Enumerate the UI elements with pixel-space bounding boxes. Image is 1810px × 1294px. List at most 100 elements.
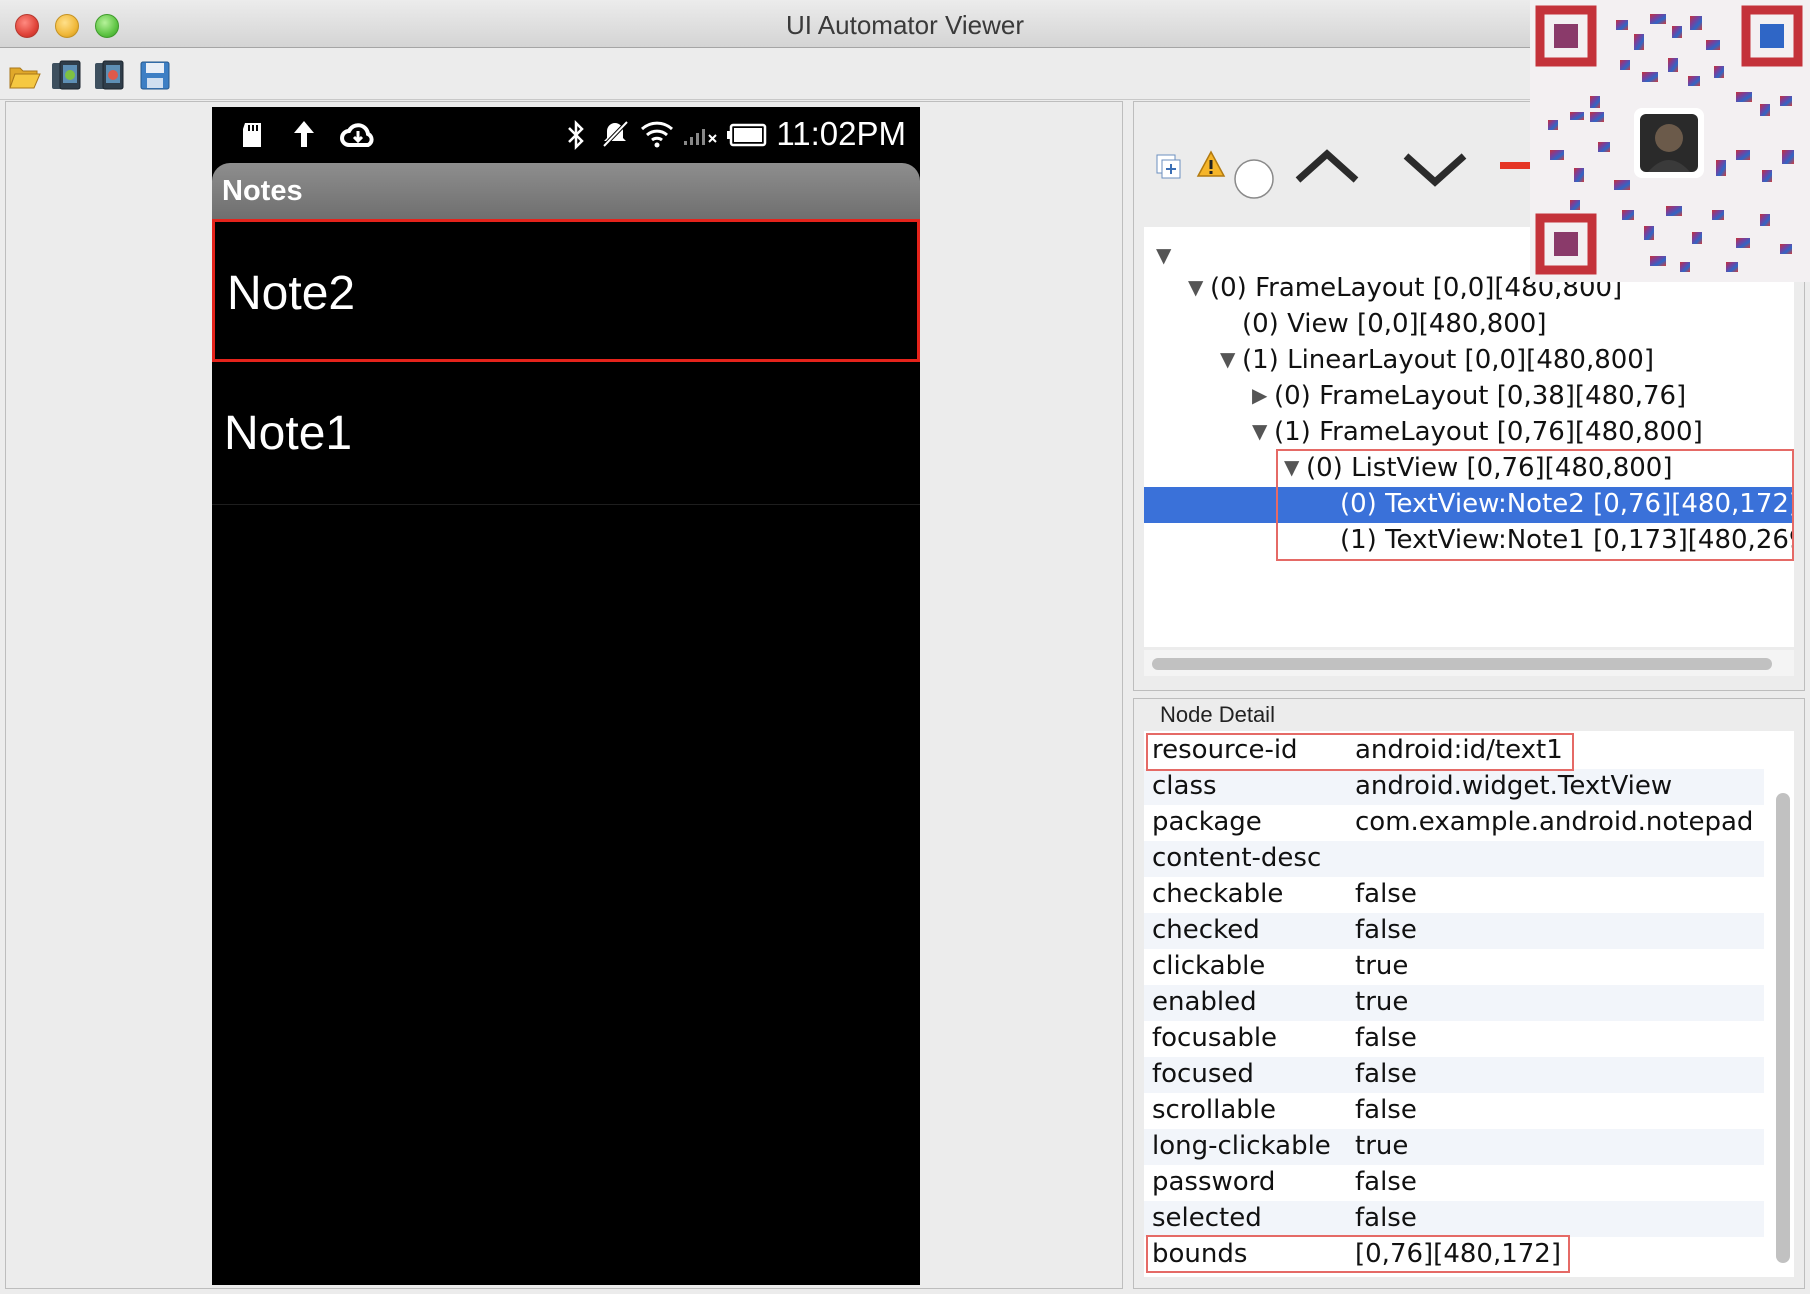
detail-row[interactable]: bounds [0,76][480,172] [1144, 1237, 1764, 1273]
tree-node[interactable]: ▶ (0) FrameLayout [0,38][480,76] [1144, 379, 1794, 415]
detail-row[interactable]: checkable false [1144, 877, 1764, 913]
status-bar: 11:02PM [212, 107, 920, 163]
upload-icon [294, 121, 314, 147]
node-detail-panel: Node Detail resource-id android:id/text1… [1133, 698, 1805, 1289]
detail-row[interactable]: clickable true [1144, 949, 1764, 985]
note-label: Note1 [224, 407, 353, 460]
detail-value[interactable]: com.example.android.notepad [1355, 807, 1753, 837]
status-time: 11:02PM [776, 115, 906, 152]
node-detail-table[interactable]: resource-id android:id/text1 class andro… [1144, 731, 1794, 1277]
detail-value[interactable]: false [1355, 1095, 1417, 1125]
detail-row[interactable]: resource-id android:id/text1 [1144, 733, 1764, 769]
detail-row[interactable]: scrollable false [1144, 1093, 1764, 1129]
scrollbar-thumb[interactable] [1152, 658, 1772, 670]
expand-arrow-icon[interactable]: ▼ [1220, 347, 1235, 371]
tree-node-label: (0) TextView:Note2 [0,76][480,172] [1340, 489, 1794, 519]
next-arrow-icon[interactable] [1402, 150, 1468, 190]
detail-row[interactable]: focusable false [1144, 1021, 1764, 1057]
detail-value[interactable]: true [1355, 1131, 1408, 1161]
detail-key: scrollable [1152, 1095, 1276, 1125]
detail-vertical-scrollbar[interactable] [1776, 793, 1790, 1263]
detail-key: checked [1152, 915, 1260, 945]
app-action-bar: Notes [212, 163, 920, 219]
qr-code-overlay [1530, 0, 1810, 282]
remove-icon[interactable] [1500, 162, 1530, 169]
expand-arrow-icon[interactable]: ▼ [1188, 275, 1203, 299]
detail-row[interactable]: package com.example.android.notepad [1144, 805, 1764, 841]
battery-icon [727, 123, 767, 147]
detail-key: content-desc [1152, 843, 1322, 873]
detail-key: long-clickable [1152, 1131, 1331, 1161]
detail-key: class [1152, 771, 1217, 801]
expand-all-icon[interactable] [1156, 154, 1182, 180]
qr-code-image [1530, 0, 1810, 282]
detail-value[interactable]: false [1355, 1059, 1417, 1089]
device-screenshot-compressed-icon[interactable] [93, 59, 127, 91]
detail-row[interactable]: checked false [1144, 913, 1764, 949]
tree-node[interactable]: ▼ (0) ListView [0,76][480,800] [1144, 451, 1794, 487]
tree-node-label: (0) ListView [0,76][480,800] [1306, 453, 1673, 483]
detail-value[interactable]: true [1355, 951, 1408, 981]
detail-key: bounds [1152, 1239, 1248, 1269]
expand-arrow-icon[interactable]: ▼ [1252, 419, 1267, 443]
expand-arrow-icon[interactable]: ▼ [1156, 243, 1171, 267]
detail-value[interactable]: android:id/text1 [1355, 735, 1563, 765]
sd-card-icon [243, 123, 261, 147]
list-item-note1[interactable]: Note1 [212, 362, 920, 505]
detail-row[interactable]: focused false [1144, 1057, 1764, 1093]
detail-row[interactable]: content-desc [1144, 841, 1764, 877]
detail-value[interactable]: android.widget.TextView [1355, 771, 1672, 801]
device-screen[interactable]: 11:02PM Notes Note2 Note1 [212, 107, 920, 1285]
detail-key: resource-id [1152, 735, 1298, 765]
detail-key: focused [1152, 1059, 1254, 1089]
tree-node-label: (1) FrameLayout [0,76][480,800] [1274, 417, 1703, 447]
detail-key: focusable [1152, 1023, 1278, 1053]
detail-value[interactable]: [0,76][480,172] [1355, 1239, 1561, 1269]
expand-arrow-icon[interactable]: ▼ [1284, 455, 1299, 479]
wifi-icon [640, 121, 674, 148]
detail-value[interactable]: true [1355, 987, 1408, 1017]
detail-key: password [1152, 1167, 1276, 1197]
previous-arrow-icon[interactable] [1294, 146, 1360, 186]
detail-value[interactable]: false [1355, 1167, 1417, 1197]
bluetooth-icon [568, 119, 584, 151]
detail-row[interactable]: selected false [1144, 1201, 1764, 1237]
detail-key: enabled [1152, 987, 1257, 1017]
screenshot-panel: 11:02PM Notes Note2 Note1 [5, 101, 1123, 1289]
collapsed-arrow-icon[interactable]: ▶ [1252, 383, 1267, 407]
detail-value[interactable]: false [1355, 1203, 1417, 1233]
warning-icon[interactable] [1196, 150, 1226, 178]
detail-value[interactable]: false [1355, 915, 1417, 945]
detail-row[interactable]: class android.widget.TextView [1144, 769, 1764, 805]
tree-horizontal-scrollbar[interactable] [1144, 650, 1794, 676]
tree-node-label: (1) TextView:Note1 [0,173][480,269] [1340, 525, 1794, 555]
detail-key: clickable [1152, 951, 1266, 981]
tree-node-label: (1) LinearLayout [0,0][480,800] [1242, 345, 1654, 375]
tree-node[interactable]: (0) View [0,0][480,800] [1144, 307, 1794, 343]
tree-node[interactable]: ▼ (1) LinearLayout [0,0][480,800] [1144, 343, 1794, 379]
node-detail-title: Node Detail [1160, 702, 1275, 727]
save-icon[interactable] [138, 59, 172, 91]
tree-node-selected[interactable]: (0) TextView:Note2 [0,76][480,172] [1144, 487, 1794, 523]
detail-row[interactable]: password false [1144, 1165, 1764, 1201]
list-item-note2[interactable]: Note2 [212, 219, 920, 362]
tree-node[interactable]: (1) TextView:Note1 [0,173][480,269] [1144, 523, 1794, 559]
cloud-icon [340, 123, 374, 147]
detail-value[interactable]: false [1355, 879, 1417, 909]
signal-icon [684, 129, 717, 145]
detail-row[interactable]: long-clickable true [1144, 1129, 1764, 1165]
open-folder-icon[interactable] [8, 59, 42, 91]
device-screenshot-icon[interactable] [50, 59, 84, 91]
toggle-circle-icon[interactable] [1232, 157, 1276, 201]
app-title: Notes [222, 175, 303, 207]
hierarchy-tree[interactable]: ▼ ▼ (0) FrameLayout [0,0][480,800] (0) V… [1144, 227, 1794, 647]
detail-key: checkable [1152, 879, 1284, 909]
detail-value[interactable]: false [1355, 1023, 1417, 1053]
detail-row[interactable]: enabled true [1144, 985, 1764, 1021]
detail-key: package [1152, 807, 1262, 837]
muted-bell-icon [602, 120, 629, 148]
detail-key: selected [1152, 1203, 1262, 1233]
tree-node-label: (0) FrameLayout [0,38][480,76] [1274, 381, 1687, 411]
note-label: Note2 [227, 267, 356, 320]
tree-node[interactable]: ▼ (1) FrameLayout [0,76][480,800] [1144, 415, 1794, 451]
